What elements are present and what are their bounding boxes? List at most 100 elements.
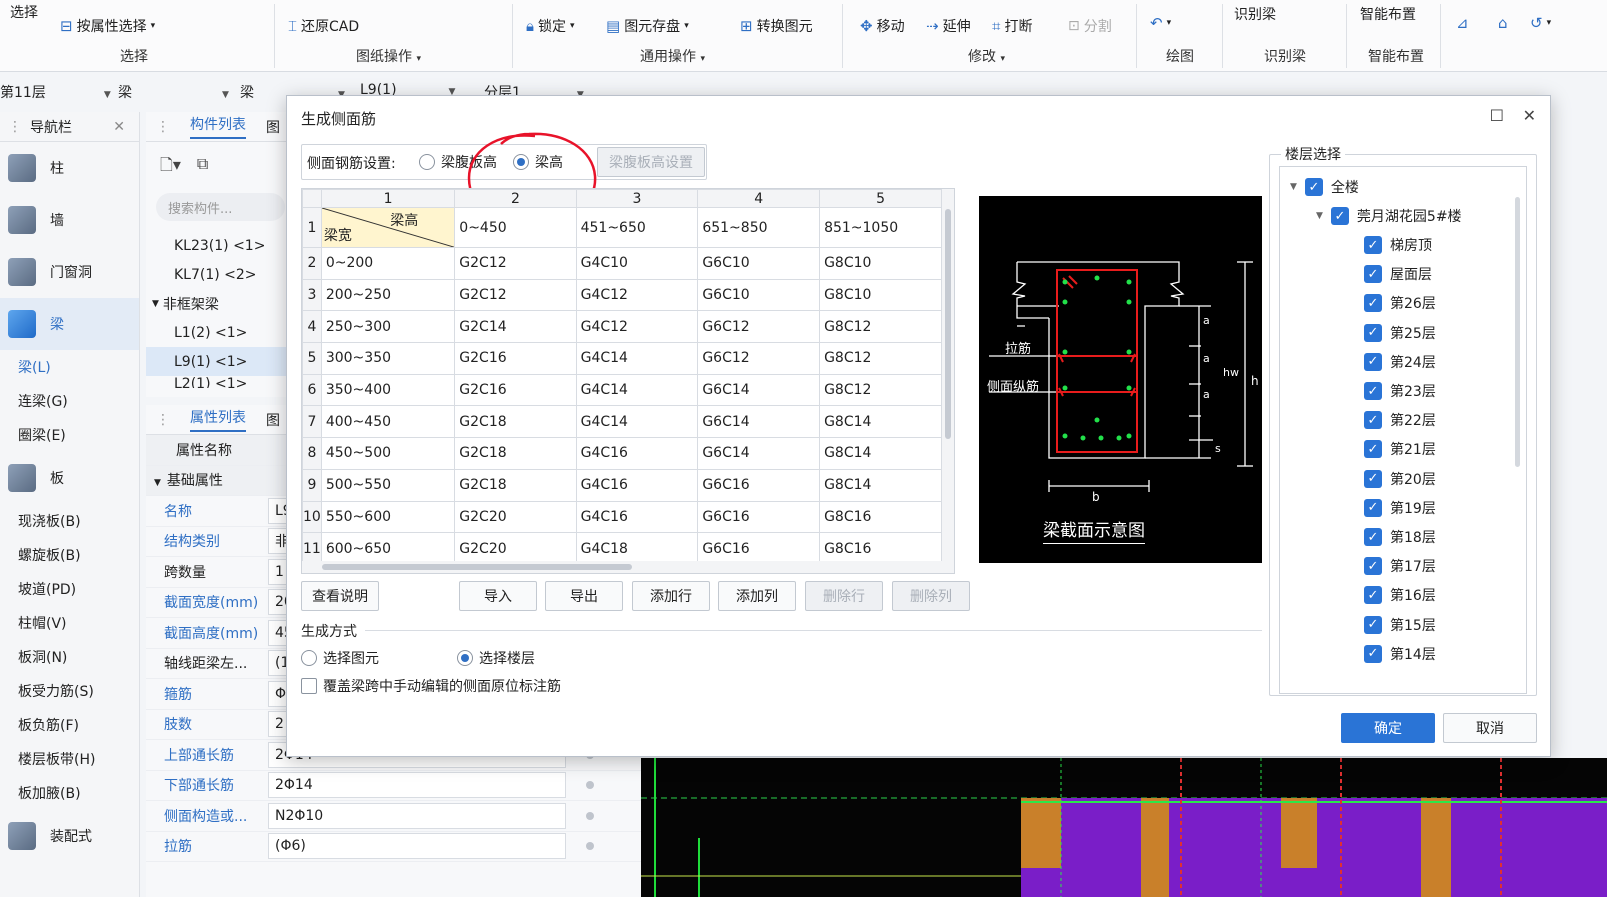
table-cell[interactable]: G2C18 — [454, 468, 577, 502]
checkbox-checked[interactable]: ✓ — [1364, 644, 1382, 663]
horizontal-scrollbar[interactable] — [302, 561, 942, 573]
checkbox-checked[interactable]: ✓ — [1364, 615, 1382, 634]
table-cell[interactable]: G2C12 — [454, 247, 577, 280]
table-cell[interactable]: G4C14 — [575, 342, 699, 375]
save-element-button[interactable]: ▤ 图元存盘 ▾ — [606, 16, 689, 36]
tree-node-floor[interactable]: ✓ 第20层 — [1364, 469, 1436, 489]
table-cell[interactable]: G8C10 — [819, 278, 943, 312]
table-cell[interactable]: G6C16 — [697, 532, 821, 565]
close-icon[interactable]: ✕ — [113, 119, 125, 135]
table-cell[interactable]: G2C18 — [454, 405, 577, 439]
nav-item-beam[interactable]: 梁 — [0, 298, 139, 350]
table-cell[interactable]: G2C14 — [454, 310, 577, 344]
table-cell[interactable]: G4C12 — [575, 310, 699, 344]
tree-node-floor[interactable]: ✓ 第17层 — [1364, 556, 1436, 576]
checkbox-checked[interactable]: ✓ — [1304, 178, 1323, 196]
nav-sub-beam[interactable]: 梁(L) — [0, 350, 139, 384]
split-button[interactable]: ⊡ 分割 — [1068, 16, 1112, 36]
nav-sub-spiral-slab[interactable]: 螺旋板(B) — [0, 538, 139, 572]
search-input[interactable]: 搜索构件... — [156, 193, 285, 221]
tree-node-floor[interactable]: ✓ 第14层 — [1364, 644, 1436, 664]
height-range-cell[interactable]: 651~850 — [697, 207, 821, 248]
restore-cad-button[interactable]: ⌶ 还原CAD — [288, 16, 359, 36]
tree-node-floor[interactable]: ✓ 第19层 — [1364, 498, 1436, 518]
table-cell[interactable]: G4C16 — [575, 500, 699, 534]
add-column-button[interactable]: 添加列 — [718, 581, 796, 611]
radio-select-element[interactable]: 选择图元 — [301, 648, 379, 668]
table-cell[interactable]: G6C12 — [697, 342, 821, 375]
list-item[interactable]: KL23(1) <1> — [146, 231, 295, 260]
table-cell[interactable]: G6C16 — [697, 500, 821, 534]
cad-canvas[interactable] — [641, 758, 1607, 897]
table-cell[interactable]: 550~600 — [320, 500, 456, 534]
nav-sub-slab[interactable]: 现浇板(B) — [0, 504, 139, 538]
convert-element-button[interactable]: ⊞ 转换图元 — [740, 16, 813, 36]
checkbox-checked[interactable]: ✓ — [1364, 440, 1382, 459]
table-cell[interactable]: 300~350 — [320, 342, 456, 375]
table-cell[interactable]: G6C16 — [697, 468, 821, 502]
overwrite-checkbox[interactable]: 覆盖梁跨中手动编辑的侧面原位标注筋 — [301, 676, 561, 696]
nav-sub-slab-rebar[interactable]: 板受力筋(S) — [0, 674, 139, 708]
table-cell[interactable]: G8C14 — [819, 405, 943, 439]
table-cell[interactable]: G6C14 — [697, 437, 821, 470]
table-cell[interactable]: G8C16 — [819, 532, 943, 565]
table-cell[interactable]: G2C18 — [454, 437, 577, 470]
tool-icon-button[interactable]: ⊿ — [1456, 14, 1469, 32]
nav-sub-slab-hole[interactable]: 板洞(N) — [0, 640, 139, 674]
table-cell[interactable]: G8C12 — [819, 373, 943, 407]
type-select[interactable]: 梁 ▼ — [118, 82, 229, 102]
list-item-selected[interactable]: L9(1) <1> — [146, 347, 295, 376]
table-cell[interactable]: 400~450 — [320, 405, 456, 439]
checkbox-checked[interactable]: ✓ — [1364, 469, 1382, 488]
close-icon[interactable]: ✕ — [1523, 106, 1536, 125]
checkbox-checked[interactable]: ✓ — [1364, 236, 1382, 254]
tree-node-floor[interactable]: ✓ 第24层 — [1364, 352, 1436, 372]
table-cell[interactable]: G4C16 — [575, 437, 699, 470]
diagonal-header-cell[interactable]: 梁高 梁宽 — [320, 207, 456, 248]
table-cell[interactable]: G6C12 — [697, 310, 821, 344]
nav-sub-ramp[interactable]: 坡道(PD) — [0, 572, 139, 606]
radio-select-floor[interactable]: 选择楼层 — [457, 648, 535, 668]
list-item[interactable]: L1(2) <1> — [146, 318, 295, 347]
nav-sub-link-beam[interactable]: 连梁(G) — [0, 384, 139, 418]
tab-drawing[interactable]: 图 — [266, 410, 280, 430]
table-cell[interactable]: G2C20 — [454, 532, 577, 565]
scrollbar-thumb[interactable] — [945, 209, 951, 439]
checkbox-checked[interactable]: ✓ — [1364, 294, 1382, 313]
list-item[interactable]: KL7(1) <2> — [146, 260, 295, 289]
height-range-cell[interactable]: 451~650 — [575, 207, 699, 248]
select-button[interactable]: 选择 — [10, 2, 38, 22]
tab-properties[interactable]: 属性列表 — [190, 407, 246, 432]
add-row-button[interactable]: 添加行 — [632, 581, 710, 611]
table-cell[interactable]: G6C14 — [697, 405, 821, 439]
table-cell[interactable]: G8C12 — [819, 342, 943, 375]
table-cell[interactable]: 200~250 — [320, 278, 456, 312]
prop-value[interactable]: 2Φ14 — [268, 772, 566, 799]
tree-node-floor[interactable]: ✓ 屋面层 — [1364, 264, 1432, 284]
copy-icon[interactable]: ⧉ — [197, 154, 208, 181]
nav-sub-neg-rebar[interactable]: 板负筋(F) — [0, 708, 139, 742]
nav-sub-column-cap[interactable]: 柱帽(V) — [0, 606, 139, 640]
import-button[interactable]: 导入 — [459, 581, 537, 611]
table-cell[interactable]: 350~400 — [320, 373, 456, 407]
table-cell[interactable]: G2C12 — [454, 278, 577, 312]
web-height-setting-button[interactable]: 梁腹板高设置 — [597, 147, 705, 177]
checkbox-checked[interactable]: ✓ — [1364, 411, 1382, 430]
table-cell[interactable]: G4C18 — [575, 532, 699, 565]
move-button[interactable]: ✥ 移动 — [860, 16, 905, 36]
tree-node-floor[interactable]: ✓ 第16层 — [1364, 585, 1436, 605]
tree-node-floor[interactable]: ✓ 第18层 — [1364, 527, 1436, 547]
tree-node-building[interactable]: ▼ ✓ 莞月湖花园5#楼 — [1316, 206, 1462, 226]
table-cell[interactable]: G2C16 — [454, 342, 577, 375]
table-cell[interactable]: G2C16 — [454, 373, 577, 407]
height-range-cell[interactable]: 851~1050 — [819, 207, 943, 248]
table-cell[interactable]: G8C14 — [819, 437, 943, 470]
new-icon[interactable]: 🗋︎▾ — [160, 154, 181, 181]
delete-row-button[interactable]: 删除行 — [805, 581, 883, 611]
tree-node-floor[interactable]: ✓ 第21层 — [1364, 439, 1436, 459]
vertical-scrollbar[interactable] — [942, 189, 954, 573]
table-cell[interactable]: G8C10 — [819, 247, 943, 280]
tree-node-floor[interactable]: ✓ 第15层 — [1364, 615, 1436, 635]
checkbox-checked[interactable]: ✓ — [1364, 528, 1382, 546]
identify-beam-button[interactable]: 识别梁 — [1234, 4, 1276, 24]
